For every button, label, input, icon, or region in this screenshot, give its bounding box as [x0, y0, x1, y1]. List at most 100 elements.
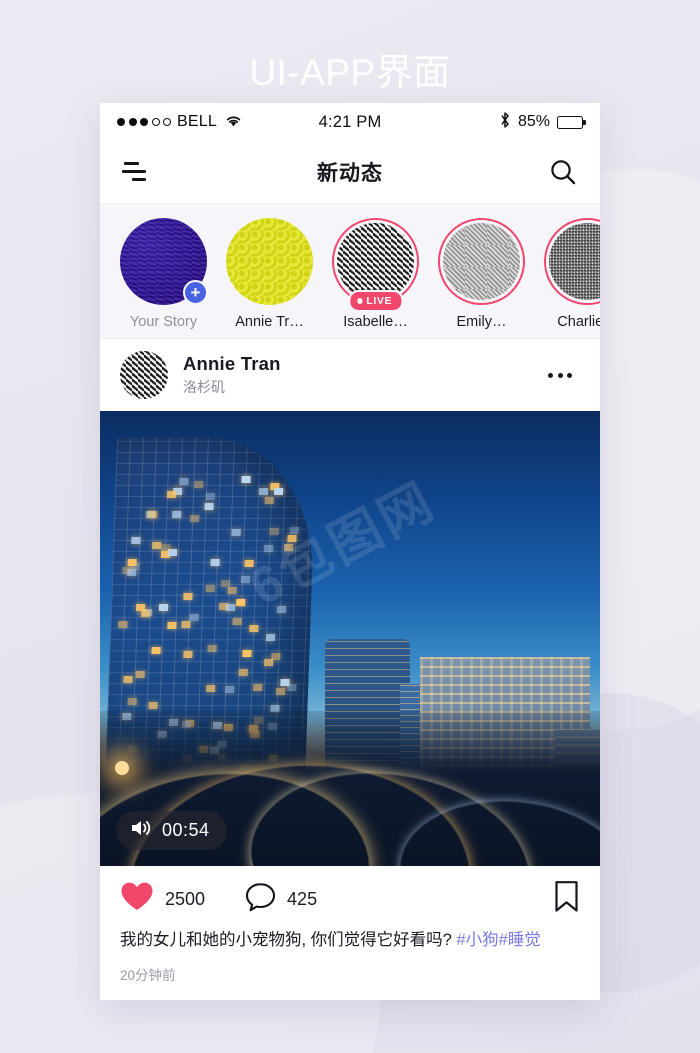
lit-window [161, 545, 170, 552]
lit-window [274, 489, 283, 496]
lit-window [152, 647, 161, 654]
lit-window [167, 622, 176, 629]
add-story-plus-icon[interactable]: + [183, 280, 208, 305]
phone-screen: BELL 4:21 PM 85% 新动态 + Your Story Annie … [100, 103, 600, 1000]
lit-window [264, 660, 273, 667]
search-icon[interactable] [548, 157, 578, 187]
post-location[interactable]: 洛杉矶 [183, 377, 540, 397]
post-header: Annie Tran 洛杉矶 [100, 338, 600, 411]
lit-window [287, 684, 296, 691]
speaker-icon[interactable] [129, 818, 153, 843]
lit-window [128, 559, 137, 566]
avatar [443, 223, 520, 300]
comment-bubble-icon[interactable] [245, 882, 276, 917]
lit-window [189, 614, 198, 621]
lit-window [241, 477, 250, 484]
lit-window [152, 542, 161, 549]
signal-dot [152, 118, 160, 126]
signal-dot [140, 118, 148, 126]
lit-window [141, 611, 150, 618]
avatar [226, 218, 313, 305]
lit-window [265, 498, 274, 505]
story-item-label: Emily… [438, 314, 525, 330]
story-item-your-story[interactable]: + Your Story [120, 218, 207, 330]
lit-window [264, 545, 273, 552]
battery-icon [557, 116, 583, 129]
lit-window [231, 529, 240, 536]
lit-window [183, 593, 192, 600]
story-item-isabelle[interactable]: LIVE Isabelle… [332, 218, 419, 330]
lit-window [206, 585, 215, 592]
story-item-charlie[interactable]: Charlie… [544, 218, 600, 330]
poster-title: UI-APP界面 [0, 42, 700, 96]
comment-button[interactable]: 425 [245, 882, 317, 917]
lit-window [270, 528, 279, 535]
avatar [337, 223, 414, 300]
signal-strength-dots [117, 118, 171, 126]
app-navbar: 新动态 [100, 141, 600, 203]
bookmark-icon[interactable] [553, 880, 580, 918]
lit-window [226, 604, 235, 611]
post-actions: 2500 425 [100, 866, 600, 926]
post-author-block: Annie Tran 洛杉矶 [183, 353, 540, 397]
post-media[interactable]: 6包图网 00:54 [100, 411, 600, 866]
story-avatar-ring [226, 218, 313, 305]
lit-window [287, 535, 296, 542]
caption-text: 我的女儿和她的小宠物狗, 你们觉得它好看吗? [120, 931, 452, 949]
video-duration-pill[interactable]: 00:54 [116, 811, 227, 850]
lit-window [124, 676, 133, 683]
lit-window [207, 645, 216, 652]
post-timestamp: 20分钟前 [100, 954, 600, 998]
lit-window [190, 515, 199, 522]
lit-window [119, 622, 128, 629]
stories-section: + Your Story Annie Tr… LIVE Isabelle… Em… [100, 203, 600, 338]
lit-window [181, 622, 190, 629]
media-skyline [100, 411, 600, 866]
story-avatar-ring: LIVE [332, 218, 419, 305]
lit-window [245, 560, 254, 567]
live-badge-label: LIVE [366, 295, 392, 307]
bluetooth-icon [499, 111, 511, 134]
lit-window [136, 672, 145, 679]
lit-window [205, 493, 214, 500]
lit-window [232, 619, 241, 626]
story-item-annie[interactable]: Annie Tr… [226, 218, 313, 330]
street-lamp-glow [115, 761, 129, 775]
status-bar-left: BELL [117, 113, 242, 132]
lit-window [258, 488, 267, 495]
lit-window [290, 528, 299, 535]
lit-window [179, 478, 188, 485]
story-item-label: Annie Tr… [226, 314, 313, 330]
like-count: 2500 [165, 889, 205, 910]
lit-window [183, 651, 192, 658]
lit-window [236, 600, 245, 607]
like-button[interactable]: 2500 [120, 881, 205, 917]
lit-window [149, 702, 158, 709]
stories-list[interactable]: + Your Story Annie Tr… LIVE Isabelle… Em… [100, 218, 600, 330]
story-avatar-ring: + [120, 218, 207, 305]
lit-window [167, 491, 176, 498]
signal-dot [117, 118, 125, 126]
avatar[interactable] [120, 351, 168, 399]
lit-window [277, 606, 286, 613]
signal-dot [163, 118, 171, 126]
story-avatar-ring [544, 218, 600, 305]
more-options-icon[interactable] [540, 365, 580, 386]
status-bar-right: 85% [499, 111, 583, 134]
story-item-emily[interactable]: Emily… [438, 218, 525, 330]
story-item-label: Your Story [120, 314, 207, 330]
story-item-label: Isabelle… [332, 314, 419, 330]
heart-icon[interactable] [120, 881, 154, 917]
lit-window [131, 538, 140, 545]
page-title: 新动态 [100, 157, 600, 187]
lit-window [225, 686, 234, 693]
lit-window [221, 580, 230, 587]
lit-window [206, 686, 215, 693]
lit-window [194, 482, 203, 489]
caption-hashtags[interactable]: #小狗#睡觉 [456, 931, 540, 949]
signal-dot [129, 118, 137, 126]
hamburger-menu-icon[interactable] [122, 161, 150, 183]
live-badge: LIVE [348, 290, 403, 312]
lit-window [254, 684, 263, 691]
post-username[interactable]: Annie Tran [183, 353, 540, 375]
